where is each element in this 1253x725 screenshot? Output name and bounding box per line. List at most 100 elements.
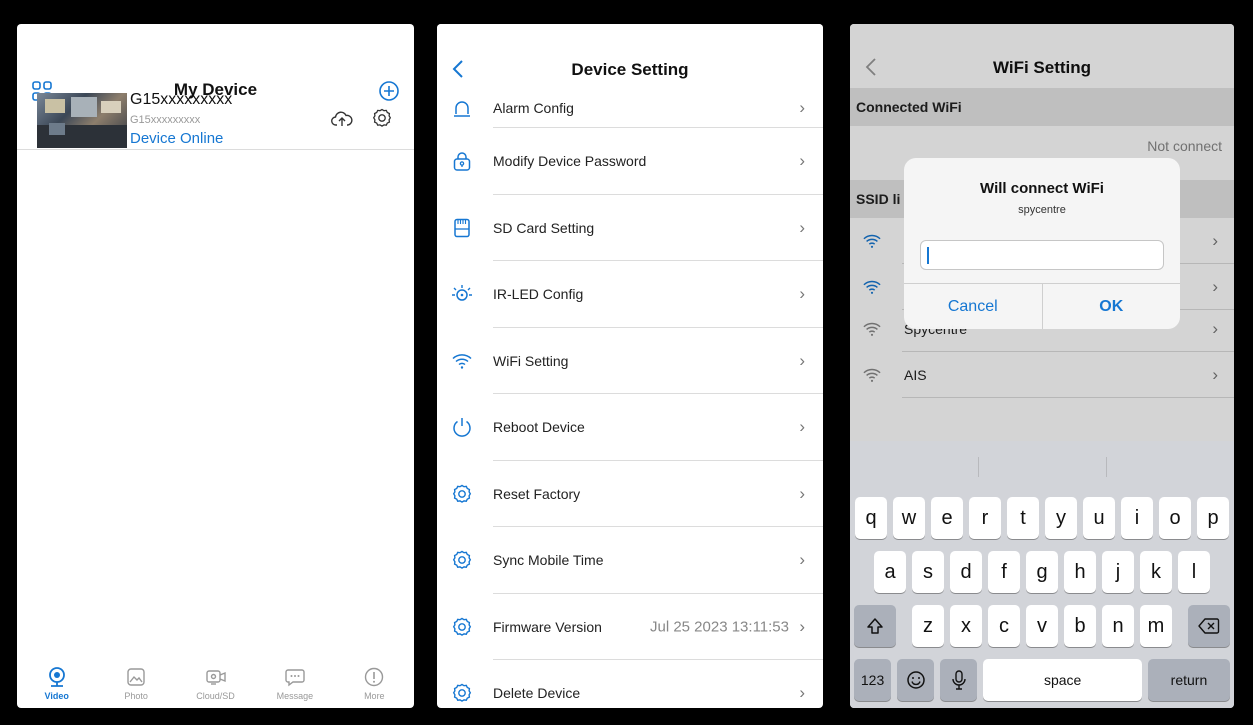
chevron-right-icon: › xyxy=(799,151,805,171)
dialog-buttons: Cancel OK xyxy=(904,283,1180,329)
tab-bar: Video Photo Cloud/SD Message More xyxy=(17,662,414,708)
emoji-key[interactable] xyxy=(897,659,935,701)
setting-label: Reset Factory xyxy=(493,485,581,502)
chevron-right-icon: › xyxy=(799,217,805,237)
key[interactable]: a xyxy=(874,551,906,593)
key[interactable]: d xyxy=(950,551,982,593)
setting-label: SD Card Setting xyxy=(493,219,595,236)
key[interactable]: t xyxy=(1007,497,1039,539)
settings-list: Alarm Config › Modify Device Password › … xyxy=(437,82,823,708)
tab-more[interactable]: More xyxy=(335,662,414,708)
ok-button[interactable]: OK xyxy=(1041,284,1181,329)
gear-icon xyxy=(452,617,472,636)
wifi-icon xyxy=(452,353,472,369)
key[interactable]: v xyxy=(1026,605,1058,647)
suggestion-divider xyxy=(1106,457,1107,477)
key[interactable]: x xyxy=(950,605,982,647)
key[interactable]: j xyxy=(1102,551,1134,593)
tab-video[interactable]: Video xyxy=(17,662,96,708)
key[interactable]: o xyxy=(1159,497,1191,539)
space-key[interactable]: space xyxy=(983,659,1142,701)
setting-delete-device[interactable]: Delete Device › xyxy=(437,660,823,708)
chevron-right-icon: › xyxy=(799,550,805,570)
sd-card-icon xyxy=(454,218,470,237)
device-id: G15xxxxxxxxx xyxy=(130,114,201,126)
key[interactable]: h xyxy=(1064,551,1096,593)
key[interactable]: b xyxy=(1064,605,1096,647)
setting-modify-password[interactable]: Modify Device Password › xyxy=(437,128,823,195)
tab-cloud-sd[interactable]: Cloud/SD xyxy=(176,662,255,708)
setting-ir-led[interactable]: IR-LED Config › xyxy=(437,261,823,328)
gear-icon xyxy=(372,108,392,127)
setting-firmware-version[interactable]: Firmware Version Jul 25 2023 13:11:53 › xyxy=(437,594,823,660)
device-thumbnail[interactable] xyxy=(37,93,127,148)
microphone-key[interactable] xyxy=(940,659,978,701)
key[interactable]: u xyxy=(1083,497,1115,539)
chevron-left-icon xyxy=(452,60,463,78)
tab-label: Cloud/SD xyxy=(196,691,235,701)
setting-label: WiFi Setting xyxy=(493,352,569,369)
key[interactable]: y xyxy=(1045,497,1077,539)
key[interactable]: i xyxy=(1121,497,1153,539)
tab-label: Photo xyxy=(124,691,148,701)
tab-label: More xyxy=(364,691,385,701)
message-icon xyxy=(285,669,305,687)
wifi-password-input[interactable] xyxy=(920,240,1164,270)
key[interactable]: n xyxy=(1102,605,1134,647)
device-name: G15xxxxxxxxx xyxy=(130,91,233,108)
chevron-right-icon: › xyxy=(799,483,805,503)
cancel-button[interactable]: Cancel xyxy=(904,284,1042,329)
gear-icon xyxy=(452,484,472,503)
setting-reset-factory[interactable]: Reset Factory › xyxy=(437,461,823,527)
setting-sd-card[interactable]: SD Card Setting › xyxy=(437,195,823,261)
key[interactable]: f xyxy=(988,551,1020,593)
camera-icon xyxy=(48,667,65,687)
tab-message[interactable]: Message xyxy=(255,662,334,708)
setting-label: IR-LED Config xyxy=(493,286,584,303)
setting-reboot[interactable]: Reboot Device › xyxy=(437,394,823,461)
tab-photo[interactable]: Photo xyxy=(96,662,175,708)
key[interactable]: e xyxy=(931,497,963,539)
backspace-icon xyxy=(1198,618,1220,634)
setting-wifi[interactable]: WiFi Setting › xyxy=(437,328,823,394)
firmware-version-value: Jul 25 2023 13:11:53 xyxy=(649,618,789,636)
keyboard: q w e r t y u i o p a s d f g h j k l z … xyxy=(850,441,1234,708)
key[interactable]: g xyxy=(1026,551,1058,593)
chevron-right-icon: › xyxy=(799,616,805,636)
key[interactable]: q xyxy=(855,497,887,539)
device-list-item[interactable]: G15xxxxxxxxx G15xxxxxxxxx Device Online xyxy=(17,90,414,150)
emoji-icon xyxy=(906,671,925,689)
setting-label: Sync Mobile Time xyxy=(493,552,604,569)
microphone-icon xyxy=(952,670,966,690)
dialog-ssid: spycentre xyxy=(1018,204,1066,216)
chevron-right-icon: › xyxy=(799,683,805,703)
shift-key[interactable] xyxy=(854,605,896,647)
backspace-key[interactable] xyxy=(1188,605,1230,647)
setting-label: Firmware Version xyxy=(493,618,602,635)
key[interactable]: s xyxy=(912,551,944,593)
key[interactable]: l xyxy=(1178,551,1210,593)
power-icon xyxy=(453,418,471,438)
back-button[interactable] xyxy=(451,58,465,80)
key[interactable]: c xyxy=(988,605,1020,647)
suggestion-divider xyxy=(978,457,979,477)
connect-wifi-dialog: Will connect WiFi spycentre Cancel OK xyxy=(904,158,1180,329)
gear-icon xyxy=(452,550,472,570)
return-key[interactable]: return xyxy=(1147,659,1231,701)
device-settings-button[interactable] xyxy=(371,107,393,129)
key[interactable]: m xyxy=(1140,605,1172,647)
numbers-key[interactable]: 123 xyxy=(854,659,892,701)
cloud-upload-icon xyxy=(331,111,353,126)
setting-label: Modify Device Password xyxy=(493,153,647,170)
shift-icon xyxy=(867,618,883,634)
key[interactable]: p xyxy=(1197,497,1229,539)
navbar: Device Setting xyxy=(437,24,823,90)
dialog-title: Will connect WiFi xyxy=(980,180,1104,197)
key[interactable]: r xyxy=(969,497,1001,539)
cloud-upload-button[interactable] xyxy=(331,110,353,128)
key[interactable]: k xyxy=(1140,551,1172,593)
setting-sync-time[interactable]: Sync Mobile Time › xyxy=(437,527,823,594)
device-status: Device Online xyxy=(130,130,224,147)
key[interactable]: w xyxy=(893,497,925,539)
key[interactable]: z xyxy=(912,605,944,647)
